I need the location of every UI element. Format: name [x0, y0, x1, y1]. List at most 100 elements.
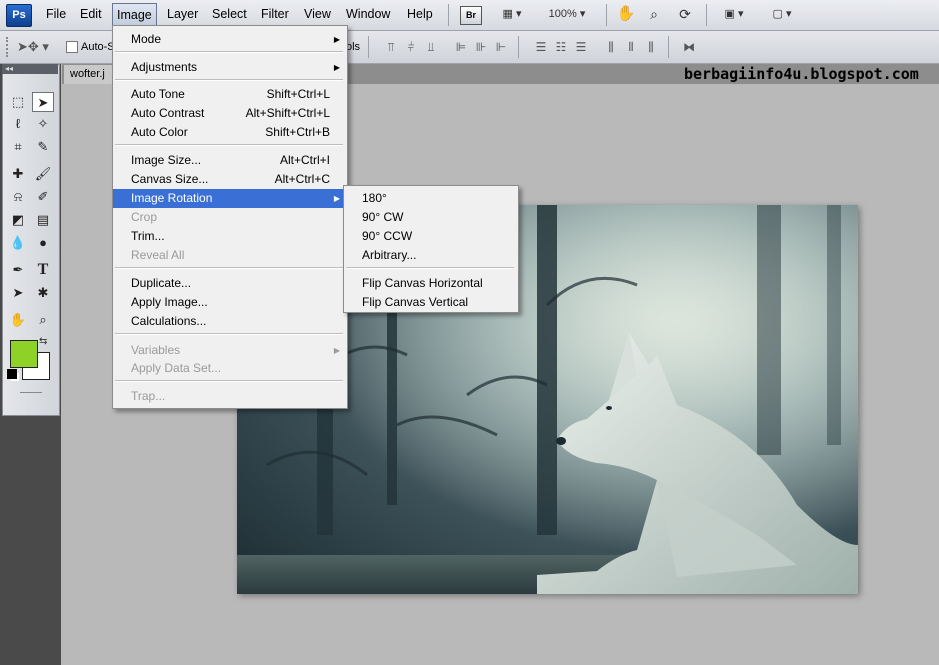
distribute-right-icon[interactable]: ⫼	[640, 39, 662, 55]
photoshop-logo: Ps	[6, 4, 32, 27]
eraser-tool-icon[interactable]: ◩	[7, 210, 29, 230]
menu-item-canvas-size[interactable]: Canvas Size... Alt+Ctrl+C	[113, 170, 347, 189]
menu-item-image-size[interactable]: Image Size... Alt+Ctrl+I	[113, 151, 347, 170]
brush-tool-icon[interactable]: 🖌	[32, 164, 54, 184]
menu-image[interactable]: Image	[112, 3, 157, 27]
filmstrip-icon: ▦	[502, 8, 513, 20]
distribute-hcenter-icon[interactable]: ⫴	[620, 39, 642, 55]
menu-item-mode[interactable]: Mode ▶	[113, 30, 347, 49]
distribute-top-icon[interactable]: ☰	[530, 39, 552, 55]
separator	[115, 267, 343, 269]
auto-select-checkbox[interactable]	[66, 41, 78, 53]
zoom-value: 100%	[548, 8, 577, 20]
toolbox-collapse-button[interactable]: ◂◂	[2, 64, 58, 74]
marquee-tool-icon[interactable]: ⬚	[7, 92, 29, 112]
menu-item-auto-contrast[interactable]: Auto Contrast Alt+Shift+Ctrl+L	[113, 104, 347, 123]
healing-brush-tool-icon[interactable]: ✚	[7, 164, 29, 184]
menu-file[interactable]: File	[40, 0, 72, 29]
zoom-dropdown[interactable]: 100% ▾	[540, 4, 594, 24]
move-tool-preset-icon[interactable]: ➤✥ ▾	[16, 39, 50, 55]
menu-item-flip-canvas-vertical[interactable]: Flip Canvas Vertical	[344, 293, 518, 312]
chevron-down-icon: ▾	[785, 8, 792, 20]
chevron-down-icon: ▾	[737, 8, 744, 20]
grid-icon: ▣	[724, 8, 735, 20]
menu-item-reveal-all[interactable]: Reveal All	[113, 246, 347, 265]
menu-item-crop[interactable]: Crop	[113, 208, 347, 227]
swap-colors-icon[interactable]: ⇆	[39, 336, 47, 347]
submenu-arrow-icon: ▶	[333, 194, 340, 203]
screen-mode-button[interactable]: ▦ ▾	[494, 4, 530, 24]
menu-window[interactable]: Window	[340, 0, 396, 29]
menu-item-apply-data-set[interactable]: Apply Data Set...	[113, 359, 347, 378]
menu-item-rotate-arbitrary[interactable]: Arbitrary...	[344, 246, 518, 265]
default-colors-icon[interactable]	[7, 369, 17, 379]
menu-item-trim[interactable]: Trim...	[113, 227, 347, 246]
show-transform-label: ols	[346, 41, 361, 53]
foreground-color-swatch[interactable]	[10, 340, 38, 368]
rotate-view-icon[interactable]: ⟳	[674, 4, 696, 24]
submenu-arrow-icon: ▶	[333, 346, 340, 355]
separator	[20, 392, 42, 393]
auto-align-layers-icon[interactable]: ⧓	[678, 39, 700, 55]
separator	[346, 267, 514, 269]
menu-item-trap[interactable]: Trap...	[113, 387, 347, 406]
menu-help[interactable]: Help	[401, 0, 439, 29]
arrange-documents-button[interactable]: ▣ ▾	[716, 4, 752, 24]
eyedropper-tool-icon[interactable]: ✎	[32, 137, 54, 157]
menu-item-auto-color[interactable]: Auto Color Shift+Ctrl+B	[113, 123, 347, 142]
separator	[368, 36, 369, 58]
separator	[115, 380, 343, 382]
separator	[606, 4, 607, 26]
magic-wand-tool-icon[interactable]: ✧	[32, 114, 54, 134]
separator	[706, 4, 707, 26]
zoom-tool-icon[interactable]: ⌕	[32, 310, 54, 330]
separator	[448, 4, 449, 26]
type-tool-icon[interactable]: T	[32, 260, 54, 280]
menu-item-flip-canvas-horizontal[interactable]: Flip Canvas Horizontal	[344, 274, 518, 293]
zoom-tool-icon[interactable]: ⌕	[644, 4, 664, 24]
crop-tool-icon[interactable]: ⌗	[7, 137, 29, 157]
menu-item-adjustments[interactable]: Adjustments ▶	[113, 58, 347, 77]
menu-item-image-rotation[interactable]: Image Rotation ▶	[113, 189, 347, 208]
history-brush-tool-icon[interactable]: ✐	[32, 187, 54, 207]
submenu-arrow-icon: ▶	[333, 63, 340, 72]
menu-item-variables[interactable]: Variables ▶	[113, 341, 347, 360]
lasso-tool-icon[interactable]: ℓ	[7, 114, 29, 134]
bridge-button[interactable]: Br	[460, 6, 482, 25]
distribute-bottom-icon[interactable]: ☰	[570, 39, 592, 55]
menu-item-rotate-90-ccw[interactable]: 90° CCW	[344, 227, 518, 246]
separator	[518, 36, 519, 58]
menu-item-rotate-180[interactable]: 180°	[344, 189, 518, 208]
distribute-left-icon[interactable]: ⫼	[600, 39, 622, 55]
distribute-vcenter-icon[interactable]: ☷	[550, 39, 572, 55]
hand-tool-icon[interactable]: ✋	[7, 310, 29, 330]
hand-tool-icon[interactable]: ✋	[616, 4, 636, 24]
menu-item-calculations[interactable]: Calculations...	[113, 312, 347, 331]
menu-item-auto-tone[interactable]: Auto Tone Shift+Ctrl+L	[113, 85, 347, 104]
clone-stamp-tool-icon[interactable]: ⍾	[7, 187, 29, 207]
path-selection-tool-icon[interactable]: ➤	[7, 283, 29, 303]
menu-edit[interactable]: Edit	[74, 0, 108, 29]
align-hcenter-icon[interactable]: ⊪	[470, 39, 492, 55]
separator	[668, 36, 669, 58]
image-menu: Mode ▶ Adjustments ▶ Auto Tone Shift+Ctrl+L…	[112, 25, 348, 409]
menu-item-duplicate[interactable]: Duplicate...	[113, 274, 347, 293]
move-tool-icon[interactable]: ➤	[32, 92, 54, 112]
separator	[115, 144, 343, 146]
screen-mode-dropdown[interactable]: ▢ ▾	[762, 4, 802, 24]
dodge-tool-icon[interactable]: ●	[32, 233, 54, 253]
align-right-icon[interactable]: ⊩	[490, 39, 512, 55]
grip-handle[interactable]	[6, 37, 12, 57]
watermark-text: berbagiinfo4u.blogspot.com	[684, 65, 919, 83]
align-bottom-icon[interactable]: ⫫	[420, 39, 442, 55]
menu-item-apply-image[interactable]: Apply Image...	[113, 293, 347, 312]
menu-item-rotate-90-cw[interactable]: 90° CW	[344, 208, 518, 227]
separator	[115, 79, 343, 81]
align-left-icon[interactable]: ⊫	[450, 39, 472, 55]
gradient-tool-icon[interactable]: ▤	[32, 210, 54, 230]
blur-tool-icon[interactable]: 💧	[7, 233, 29, 253]
pen-tool-icon[interactable]: ✒	[7, 260, 29, 280]
custom-shape-tool-icon[interactable]: ✱	[32, 283, 54, 303]
align-vcenter-icon[interactable]: ⫩	[400, 39, 422, 55]
align-top-icon[interactable]: ⫪	[380, 39, 402, 55]
